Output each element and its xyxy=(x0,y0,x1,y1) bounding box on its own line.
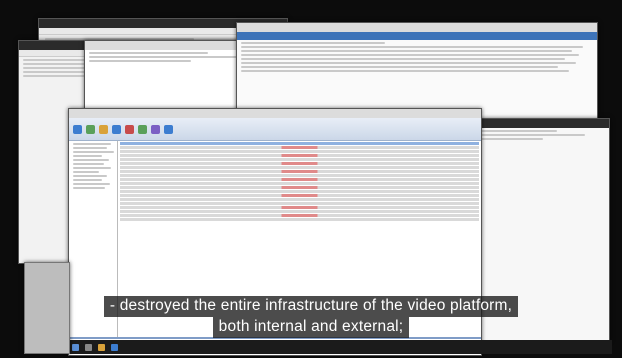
table-row[interactable] xyxy=(120,178,479,181)
toolbar-icon[interactable] xyxy=(164,124,173,134)
table-row[interactable] xyxy=(120,166,479,169)
window-content xyxy=(85,52,255,62)
table-row[interactable] xyxy=(120,162,479,165)
toolbar-icon[interactable] xyxy=(151,124,160,134)
toolbar-icon[interactable] xyxy=(125,124,134,134)
video-frame: - destroyed the entire infrastructure of… xyxy=(0,0,622,358)
table-row[interactable] xyxy=(120,150,479,153)
browser-icon[interactable] xyxy=(111,343,118,351)
toolbar-icon[interactable] xyxy=(112,124,121,134)
window-content xyxy=(237,42,597,72)
table-row[interactable] xyxy=(120,206,479,209)
taskbar xyxy=(68,340,612,354)
table-row[interactable] xyxy=(120,202,479,205)
window-content xyxy=(469,130,609,140)
table-row[interactable] xyxy=(120,218,479,221)
table-row[interactable] xyxy=(120,198,479,201)
toolbar-icon[interactable] xyxy=(99,124,108,134)
toolbar-icon[interactable] xyxy=(73,124,82,134)
table-row[interactable] xyxy=(120,158,479,161)
subtitle-text: - destroyed the entire infrastructure of… xyxy=(103,296,519,317)
table-row[interactable] xyxy=(120,146,479,149)
subtitle-line-1: - destroyed the entire infrastructure of… xyxy=(0,296,622,317)
table-row[interactable] xyxy=(120,186,479,189)
ribbon-toolbar xyxy=(69,118,481,141)
start-icon[interactable] xyxy=(72,343,79,351)
table-row[interactable] xyxy=(120,142,479,145)
toolbar-icon[interactable] xyxy=(138,124,147,134)
window-titlebar xyxy=(469,119,609,128)
table-row[interactable] xyxy=(120,214,479,217)
table-row[interactable] xyxy=(120,182,479,185)
table-row[interactable] xyxy=(120,194,479,197)
table-row[interactable] xyxy=(120,154,479,157)
toolbar-icon[interactable] xyxy=(86,124,95,134)
app-header-bar xyxy=(237,32,597,40)
window-titlebar xyxy=(85,41,255,50)
table-row[interactable] xyxy=(120,210,479,213)
subtitle-text: both internal and external; xyxy=(212,317,410,338)
taskbar-app-icon[interactable] xyxy=(85,343,92,351)
window-titlebar xyxy=(69,109,481,118)
background-window-center xyxy=(84,40,256,112)
table-row[interactable] xyxy=(120,190,479,193)
table-row[interactable] xyxy=(120,170,479,173)
subtitle-line-2: both internal and external; xyxy=(0,317,622,338)
folder-icon[interactable] xyxy=(98,343,105,351)
table-row[interactable] xyxy=(120,174,479,177)
window-titlebar xyxy=(237,23,597,32)
